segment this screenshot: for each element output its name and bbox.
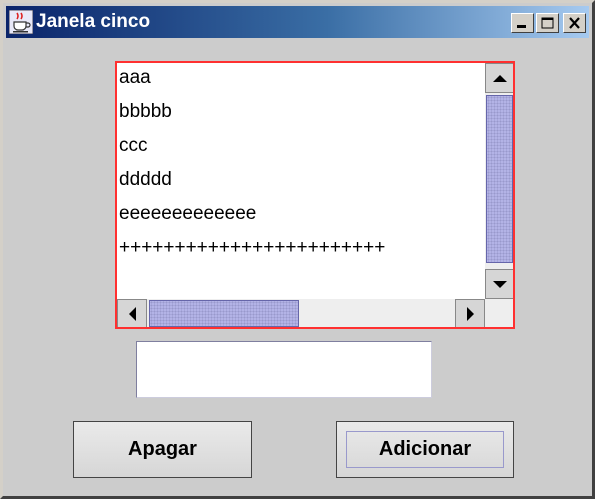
arrow-right-icon <box>467 307 474 321</box>
text-field[interactable] <box>136 341 432 398</box>
maximize-button[interactable] <box>536 13 559 33</box>
list-item[interactable]: ddddd <box>119 169 172 191</box>
item-list[interactable]: aaa bbbbb ccc ddddd eeeeeeeeeeeee ++++++… <box>117 63 485 299</box>
list-item[interactable]: eeeeeeeeeeeee <box>119 203 256 225</box>
vertical-scrollbar[interactable] <box>485 63 513 299</box>
maximize-icon <box>541 17 554 29</box>
window-title: Janela cinco <box>36 11 151 32</box>
title-bar[interactable]: Janela cinco <box>6 6 589 38</box>
scroll-up-button[interactable] <box>485 63 513 93</box>
arrow-down-icon <box>493 281 507 288</box>
list-scroll-pane[interactable]: aaa bbbbb ccc ddddd eeeeeeeeeeeee ++++++… <box>115 61 515 329</box>
arrow-left-icon <box>129 307 136 321</box>
horizontal-scroll-thumb[interactable] <box>149 300 299 327</box>
scroll-down-button[interactable] <box>485 269 513 299</box>
close-icon <box>569 17 580 29</box>
minimize-button[interactable] <box>511 13 534 33</box>
list-item[interactable]: ++++++++++++++++++++++++ <box>119 237 385 259</box>
java-cup-icon <box>8 9 34 35</box>
list-item[interactable]: bbbbb <box>119 101 172 123</box>
apagar-button[interactable]: Apagar <box>73 421 252 478</box>
vertical-scroll-thumb[interactable] <box>486 95 513 263</box>
arrow-up-icon <box>493 75 507 82</box>
minimize-icon <box>517 25 526 28</box>
scroll-right-button[interactable] <box>455 299 485 327</box>
app-window: Janela cinco aaa bbbbb ccc ddddd eeeeeee… <box>0 0 595 499</box>
scrollbar-corner <box>485 299 513 327</box>
horizontal-scrollbar[interactable] <box>117 299 485 327</box>
close-button[interactable] <box>563 13 586 33</box>
list-item[interactable]: aaa <box>119 67 151 89</box>
apagar-button-label: Apagar <box>128 438 197 460</box>
adicionar-button-label: Adicionar <box>378 438 472 460</box>
scroll-left-button[interactable] <box>117 299 147 327</box>
list-item[interactable]: ccc <box>119 135 148 157</box>
adicionar-button[interactable]: Adicionar <box>336 421 514 478</box>
